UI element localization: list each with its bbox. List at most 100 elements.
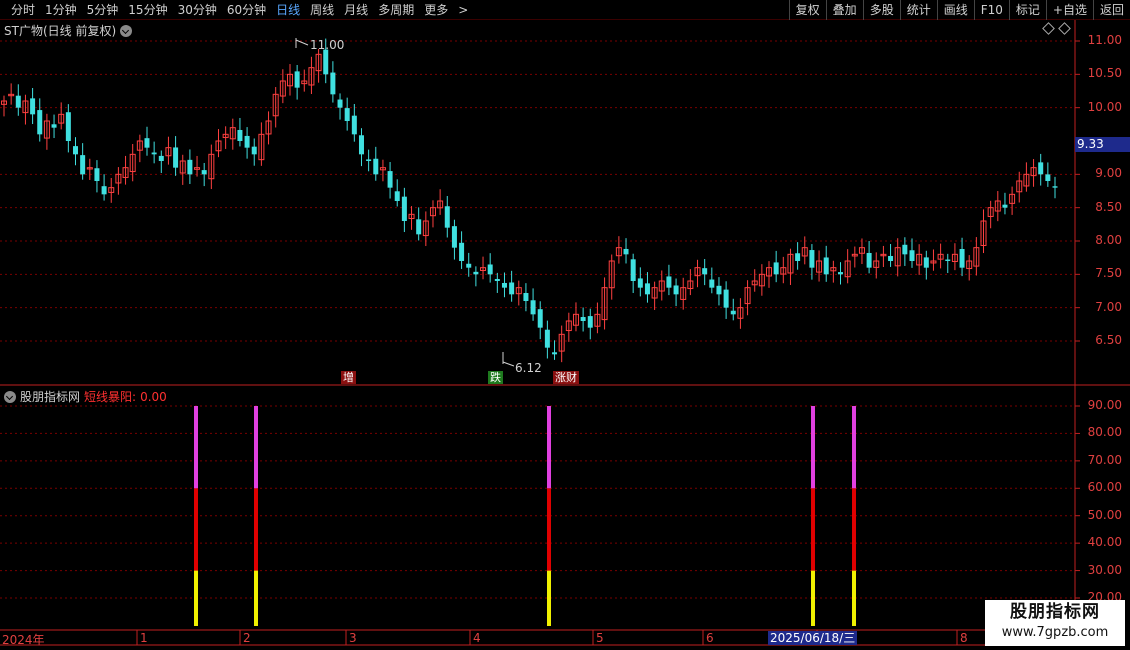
candle: [1016, 171, 1023, 203]
candle: [673, 278, 679, 307]
candle: [838, 262, 844, 285]
candle: [294, 64, 300, 100]
candle: [315, 48, 322, 83]
candle: [401, 187, 407, 233]
time-axis-label: 6: [706, 631, 714, 645]
indicator-bar-top: [194, 406, 198, 489]
price-tick-label: 8.50: [1095, 199, 1122, 214]
candle: [344, 97, 350, 131]
candle: [136, 134, 143, 163]
candle: [1, 95, 7, 117]
candle-body: [244, 135, 250, 148]
candle: [687, 269, 694, 296]
candle-body: [630, 259, 636, 281]
indicator-bar-top: [811, 406, 815, 489]
event-badge-increase[interactable]: 增: [341, 371, 356, 384]
candle-body: [15, 95, 21, 108]
candle: [873, 252, 880, 279]
candle-body: [187, 159, 193, 175]
candle-body: [201, 170, 207, 175]
candle-body: [51, 124, 57, 128]
candle: [751, 269, 758, 292]
indicator-bar-mid: [254, 488, 258, 571]
candle-body: [823, 257, 829, 275]
candle: [694, 259, 701, 288]
candle: [544, 320, 550, 359]
candle: [651, 281, 658, 310]
candle: [795, 242, 801, 270]
candle-body: [902, 244, 908, 255]
candle-body: [30, 98, 36, 115]
candle-body: [487, 264, 493, 275]
chart-canvas[interactable]: [0, 0, 1130, 650]
candle: [222, 126, 229, 149]
candle: [558, 325, 565, 363]
candle: [165, 136, 172, 165]
candle-body: [37, 110, 43, 135]
candle: [394, 179, 400, 207]
indicator-title-row: 股朋指标网 短线暴阳: 0.00: [4, 388, 167, 405]
indicator-bar-mid: [194, 488, 198, 571]
candle: [480, 256, 487, 280]
candle: [416, 207, 422, 241]
indicator-bar: [194, 406, 198, 626]
candle: [987, 200, 994, 229]
candle: [72, 137, 78, 166]
time-axis-label: 2: [243, 631, 251, 645]
current-price-label: 9.33: [1075, 137, 1130, 152]
indicator-menu-icon[interactable]: [4, 390, 16, 403]
candle: [258, 122, 265, 166]
candle: [86, 158, 93, 180]
candle: [702, 259, 708, 286]
candle-body: [72, 146, 78, 155]
cursor-date-label: 2025/06/18/三: [768, 631, 858, 645]
candle: [830, 260, 837, 283]
indicator-tick-label: 60.00: [1087, 480, 1122, 495]
candle-body: [795, 253, 801, 261]
candle: [265, 111, 272, 145]
candle: [444, 196, 450, 238]
candle-body: [537, 309, 543, 328]
indicator-tick-label: 30.00: [1087, 562, 1122, 577]
candle: [709, 267, 715, 294]
event-badge-fall[interactable]: 跌: [488, 371, 503, 384]
candle: [158, 150, 164, 173]
candle-body: [401, 196, 407, 221]
price-tick-label: 10.50: [1087, 66, 1122, 81]
candle-body: [387, 171, 393, 188]
candle-body: [65, 112, 71, 141]
indicator-bar-mid: [547, 488, 551, 571]
time-axis-label: 2024年: [2, 633, 45, 647]
candle-body: [94, 168, 100, 181]
candle: [945, 253, 951, 273]
candle: [494, 272, 500, 293]
high-marker-line: [295, 38, 309, 48]
event-badge-rise-fortune[interactable]: 涨财: [553, 371, 579, 384]
candle-body: [909, 250, 915, 261]
candle-body: [959, 249, 965, 268]
candle: [194, 155, 201, 177]
candle: [1030, 159, 1037, 187]
candle-body: [358, 135, 364, 155]
candle: [1045, 162, 1051, 187]
indicator-bar-top: [547, 406, 551, 489]
candle: [51, 114, 57, 139]
candle: [565, 312, 572, 342]
low-price-marker: 6.12: [515, 361, 542, 375]
candle: [387, 162, 393, 199]
candle: [108, 177, 115, 203]
candle-body: [173, 147, 179, 168]
candle-body: [466, 263, 472, 268]
candle-body: [80, 155, 86, 175]
candle-body: [144, 138, 150, 148]
candle: [487, 253, 493, 283]
candle: [37, 98, 43, 142]
candle-body: [923, 257, 929, 268]
price-tick-label: 6.50: [1095, 333, 1122, 347]
indicator-bar: [811, 406, 815, 626]
candle: [15, 84, 21, 116]
candle: [1038, 153, 1044, 186]
candle-body: [644, 283, 650, 295]
candle-body: [330, 72, 336, 95]
candle-body: [666, 276, 672, 288]
